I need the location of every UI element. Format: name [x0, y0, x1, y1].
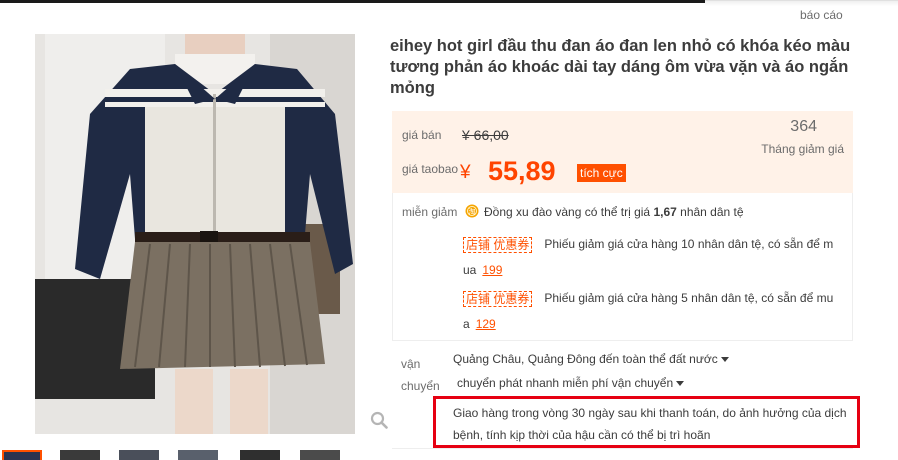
gold-coin-text: Đồng xu đào vàng có thể trị giá 1,67 nhâ… — [484, 205, 744, 219]
thumbnail[interactable] — [60, 450, 100, 460]
shop-coupon-tag[interactable]: 店铺 优惠券 — [463, 236, 533, 253]
discount-label: miễn giảm — [402, 205, 458, 219]
currency-symbol: ¥ — [460, 162, 471, 183]
monthly-sold-label: Tháng giảm giá — [761, 142, 844, 156]
coupon-min-amount[interactable]: 129 — [476, 317, 496, 331]
shipping-label: vận chuyển — [401, 357, 440, 393]
delivery-notice: Giao hàng trong vòng 30 ngày sau khi tha… — [433, 396, 860, 448]
caret-down-icon — [676, 381, 685, 387]
coupon-text-wrap: ua — [463, 263, 477, 277]
gold-coin-value: 1,67 — [653, 205, 677, 219]
product-title: eihey hot girl đầu thu đan áo đan len nh… — [390, 37, 851, 97]
list-price: ¥ 66,00 — [462, 127, 509, 143]
coupon-text: Phiếu giảm giá cửa hàng 5 nhân dân tệ, c… — [544, 291, 834, 305]
coupon-min-amount[interactable]: 199 — [482, 263, 502, 277]
gold-coin-text-prefix: Đồng xu đào vàng có thể trị giá — [484, 205, 651, 219]
promo-tag: tích cực — [577, 164, 626, 182]
gold-coin-text-suffix: nhân dân tệ — [680, 205, 744, 219]
top-bar — [0, 0, 705, 3]
shipping-method-text: chuyển phát nhanh miễn phí vận chuyển — [457, 376, 674, 390]
thumbnail[interactable] — [240, 450, 280, 460]
gold-coin-icon: 淘 — [465, 204, 479, 218]
thumbnail[interactable] — [119, 450, 159, 460]
report-link[interactable]: báo cáo — [800, 8, 843, 22]
svg-text:淘: 淘 — [469, 207, 476, 216]
coupon-row: 店铺 优惠券 Phiếu giảm giá cửa hàng 5 nhân dân… — [463, 285, 853, 337]
shipping-method-select[interactable]: chuyển phát nhanh miễn phí vận chuyển — [457, 376, 685, 390]
thumbnail-strip — [0, 450, 360, 460]
thumbnail[interactable] — [178, 450, 218, 460]
product-photo-illustration — [35, 34, 355, 434]
shipping-route-select[interactable]: Quảng Châu, Quảng Đông đến toàn thể đất … — [453, 352, 729, 366]
list-price-label: giá bán — [402, 128, 442, 142]
monthly-sold-count: 364 — [790, 118, 817, 135]
divider — [392, 448, 853, 449]
shipping-route-text: Quảng Châu, Quảng Đông đến toàn thể đất … — [453, 352, 718, 366]
thumbnail[interactable] — [300, 450, 340, 460]
discount-panel: miễn giảm 淘 Đồng xu đào vàng có thể trị … — [392, 193, 853, 341]
coupon-text-wrap: a — [463, 317, 470, 331]
coupon-row: 店铺 优惠券 Phiếu giảm giá cửa hàng 10 nhân dâ… — [463, 231, 853, 283]
coupon-text: Phiếu giảm giá cửa hàng 10 nhân dân tệ, … — [544, 237, 834, 251]
shop-coupon-tag[interactable]: 店铺 优惠券 — [463, 290, 533, 307]
caret-down-icon — [720, 357, 729, 363]
price-panel: giá bán ¥ 66,00 giá taobao ¥ 55,89 tích … — [392, 111, 853, 193]
thumbnail[interactable] — [2, 450, 42, 460]
product-main-image[interactable] — [35, 34, 355, 434]
delivery-notice-line: bệnh, tính kịp thời của hậu cần có thể b… — [453, 428, 711, 442]
top-shadow — [705, 0, 898, 6]
taobao-price-label: giá taobao — [402, 162, 459, 176]
delivery-notice-line: Giao hàng trong vòng 30 ngày sau khi tha… — [453, 406, 847, 420]
magnifier-icon[interactable] — [370, 411, 388, 429]
taobao-price: 55,89 — [488, 156, 556, 186]
